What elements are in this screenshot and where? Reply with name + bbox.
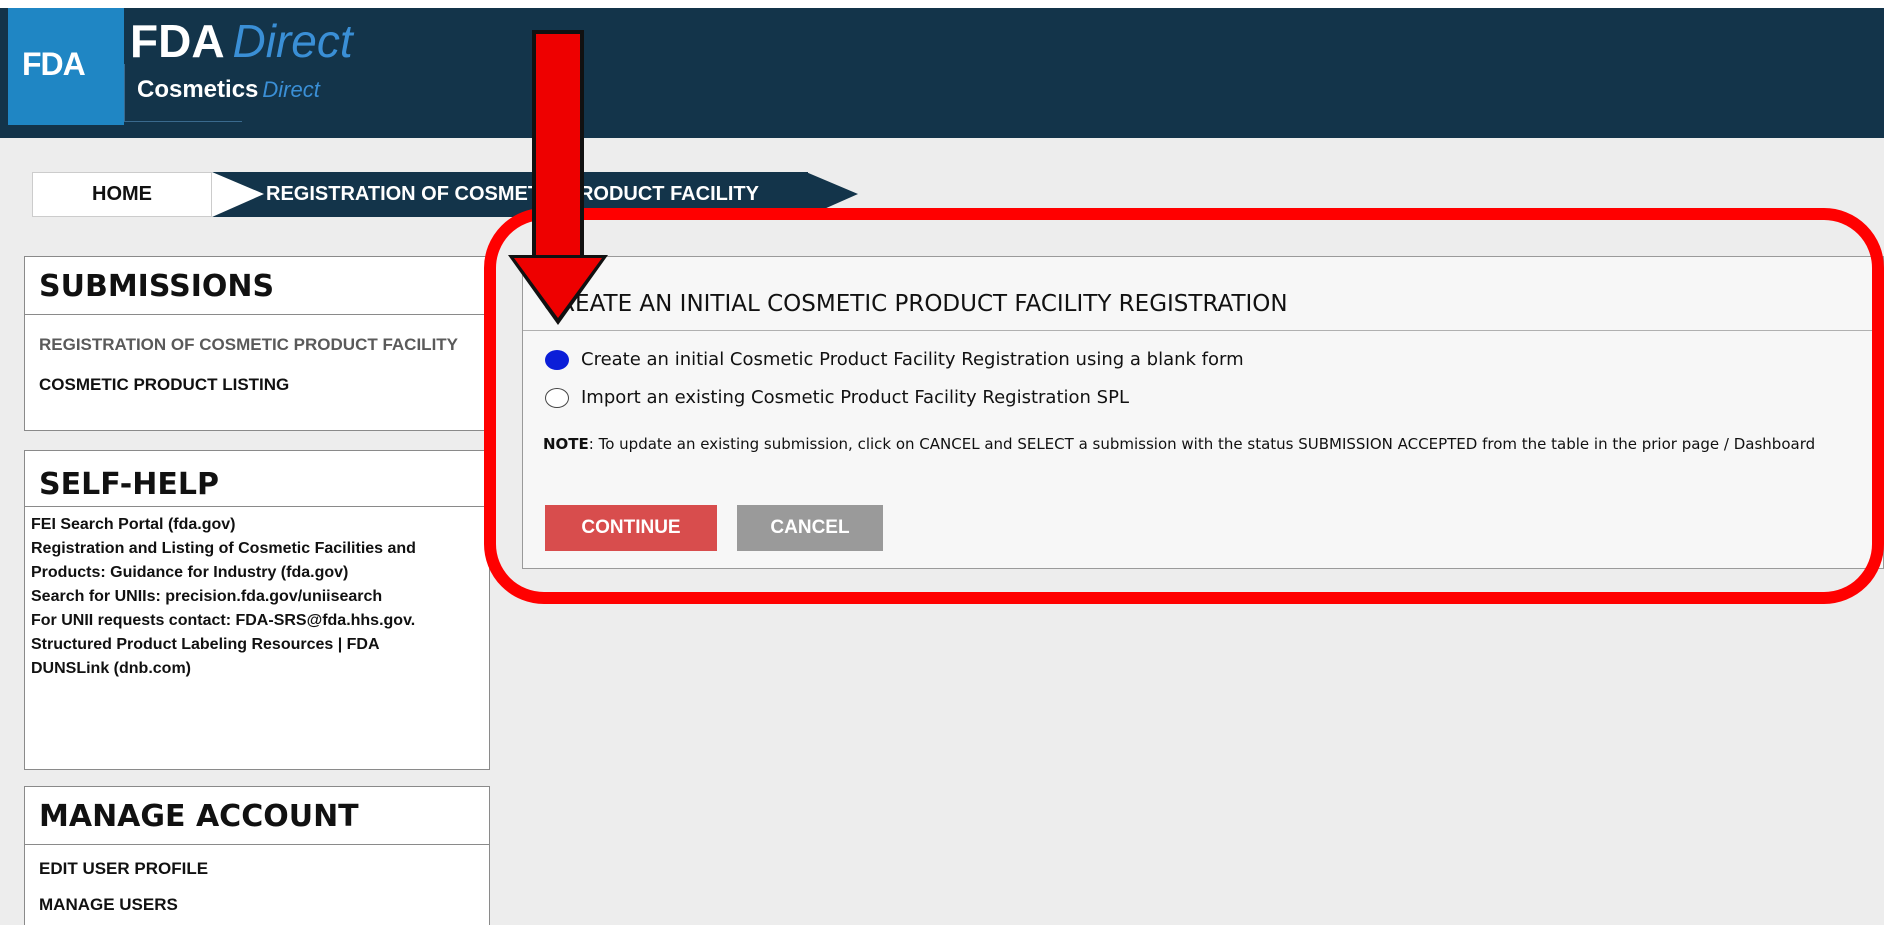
option-import-spl[interactable]: Import an existing Cosmetic Product Faci… <box>545 387 1129 408</box>
help-link-fei-portal[interactable]: FEI Search Portal (fda.gov) <box>31 513 489 537</box>
brand-title-main: FDA <box>130 15 225 67</box>
manage-account-heading: MANAGE ACCOUNT <box>25 787 489 845</box>
cancel-button[interactable]: CANCEL <box>737 505 883 551</box>
breadcrumb-notch <box>212 172 264 217</box>
sidebar-item-edit-profile[interactable]: EDIT USER PROFILE <box>25 859 489 879</box>
continue-button[interactable]: CONTINUE <box>545 505 717 551</box>
brand-subtitle-main: Cosmetics <box>137 76 259 103</box>
brand-subtitle: Cosmetics Direct <box>137 76 320 104</box>
fda-logo-text: FDA <box>22 46 86 82</box>
self-help-heading: SELF-HELP <box>25 451 489 507</box>
brand-title-suffix: Direct <box>232 15 353 67</box>
breadcrumb-home[interactable]: HOME <box>32 172 212 217</box>
brand-subtitle-suffix: Direct <box>262 77 320 102</box>
sidebar-item-manage-users[interactable]: MANAGE USERS <box>25 895 489 915</box>
breadcrumb-arrow <box>806 172 858 217</box>
panel-divider <box>523 330 1884 331</box>
option-blank-form[interactable]: Create an initial Cosmetic Product Facil… <box>545 349 1244 370</box>
sidebar-item-registration[interactable]: REGISTRATION OF COSMETIC PRODUCT FACILIT… <box>25 335 489 355</box>
panel-note: NOTE: To update an existing submission, … <box>543 435 1815 453</box>
submissions-box: SUBMISSIONS REGISTRATION OF COSMETIC PRO… <box>24 256 490 431</box>
note-text: : To update an existing submission, clic… <box>588 435 1816 453</box>
radio-selected-icon[interactable] <box>545 349 569 370</box>
submissions-heading: SUBMISSIONS <box>25 257 489 315</box>
brand-title: FDA Direct <box>130 14 353 68</box>
pointer-arrow-head <box>514 258 602 318</box>
help-link-unii-contact[interactable]: For UNII requests contact: FDA-SRS@fda.h… <box>31 609 489 633</box>
self-help-box: SELF-HELP FEI Search Portal (fda.gov) Re… <box>24 450 490 770</box>
sidebar-item-product-listing[interactable]: COSMETIC PRODUCT LISTING <box>25 375 489 395</box>
fda-logo[interactable]: FDA <box>8 8 124 125</box>
help-link-unii-search[interactable]: Search for UNIIs: precision.fda.gov/unii… <box>31 585 489 609</box>
self-help-links: FEI Search Portal (fda.gov) Registration… <box>25 507 489 681</box>
top-banner: FDA FDA Direct Cosmetics Direct <box>0 0 1884 138</box>
option-import-spl-label: Import an existing Cosmetic Product Faci… <box>581 387 1129 408</box>
manage-account-box: MANAGE ACCOUNT EDIT USER PROFILE MANAGE … <box>24 786 490 925</box>
help-link-guidance-1[interactable]: Registration and Listing of Cosmetic Fac… <box>31 537 489 561</box>
breadcrumb-current: REGISTRATION OF COSMETIC PRODUCT FACILIT… <box>212 172 808 217</box>
option-blank-form-label: Create an initial Cosmetic Product Facil… <box>581 349 1244 370</box>
help-link-dunslink[interactable]: DUNSLink (dnb.com) <box>31 657 489 681</box>
registration-panel: CREATE AN INITIAL COSMETIC PRODUCT FACIL… <box>522 256 1884 569</box>
radio-unselected-icon[interactable] <box>545 387 569 408</box>
pointer-arrow-shaft <box>532 30 584 260</box>
help-link-guidance-2[interactable]: Products: Guidance for Industry (fda.gov… <box>31 561 489 585</box>
help-link-spl-resources[interactable]: Structured Product Labeling Resources | … <box>31 633 489 657</box>
note-label: NOTE <box>543 435 589 453</box>
top-strip <box>0 0 1884 8</box>
panel-title: CREATE AN INITIAL COSMETIC PRODUCT FACIL… <box>543 291 1288 317</box>
